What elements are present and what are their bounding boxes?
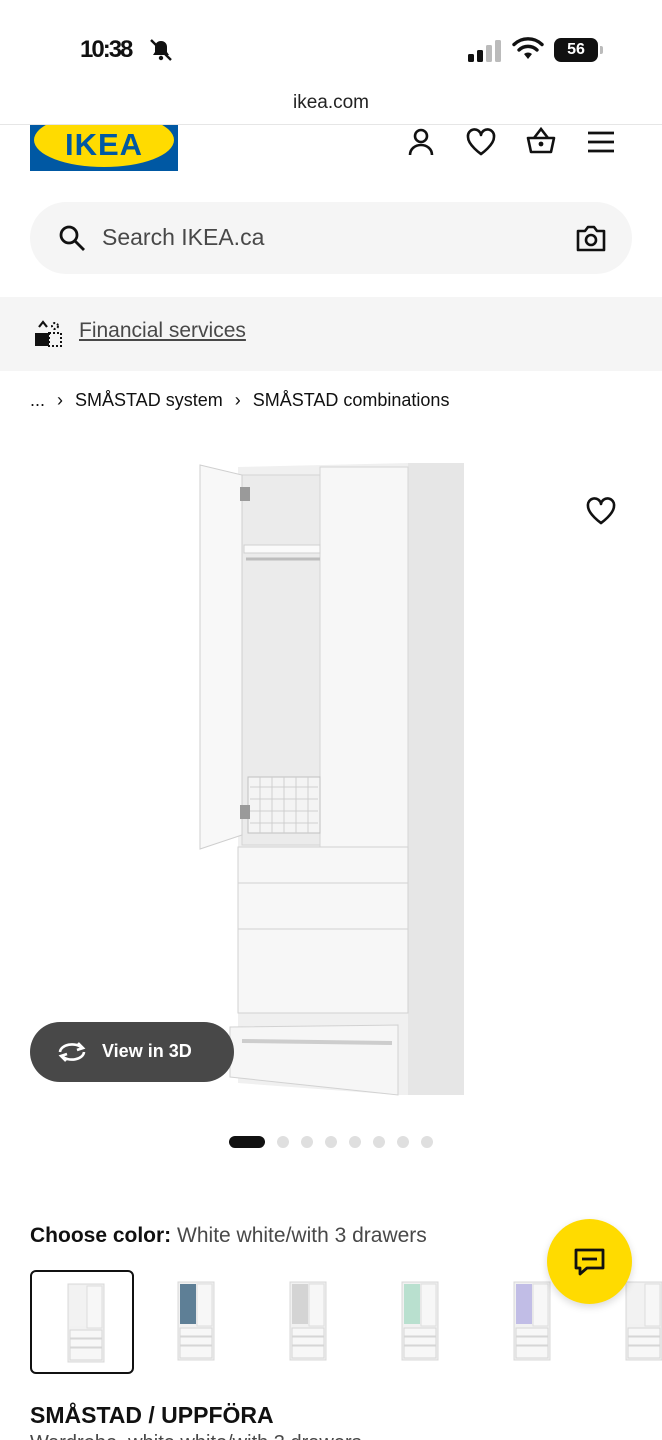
product-image[interactable] [170,455,480,1115]
financing-icon [35,320,62,347]
search-bar[interactable]: Search IKEA.ca [30,202,632,274]
rotate-3d-icon [58,1042,86,1062]
gallery-dot-active[interactable] [229,1136,265,1148]
color-choice-value: White white/with 3 drawers [177,1224,427,1247]
gallery-dot[interactable] [397,1136,409,1148]
muted-bell-icon [150,39,172,61]
chat-icon [574,1248,605,1276]
battery-indicator: 56 [554,38,603,62]
wardrobe-thumbnail-icon [401,1281,439,1361]
wifi-icon [512,37,544,59]
status-bar: 10:38 56 [0,0,662,90]
color-swatch[interactable] [254,1270,358,1374]
gallery-dot[interactable] [421,1136,433,1148]
logo-text: IKEA [64,127,144,162]
wardrobe-thumbnail-icon [177,1281,215,1361]
financial-services-bar[interactable]: Financial services [0,297,662,371]
ikea-logo[interactable]: IKEA [30,125,178,171]
gallery-dot[interactable] [349,1136,361,1148]
breadcrumb-separator: › [57,390,64,410]
color-choice-label: Choose color: [30,1224,172,1247]
financial-services-link[interactable]: Financial services [79,319,246,343]
product-subtitle: Wardrobe, white white/with 3 drawers [30,1432,362,1440]
color-swatch[interactable] [366,1270,470,1374]
camera-icon[interactable] [576,224,606,252]
breadcrumb-ellipsis[interactable]: ... [30,390,45,411]
status-time: 10:38 [80,36,133,63]
color-swatch[interactable] [30,1270,134,1374]
account-icon[interactable] [405,126,437,158]
breadcrumb-separator: › [234,390,241,410]
basket-icon[interactable] [525,126,557,158]
menu-icon[interactable] [585,126,617,158]
browser-url[interactable]: ikea.com [0,92,662,114]
wardrobe-thumbnail-icon [67,1283,105,1363]
breadcrumb-item-combinations[interactable]: SMÅSTAD combinations [253,390,450,411]
product-title: SMÅSTAD / UPPFÖRA [30,1402,274,1428]
breadcrumb-item-system[interactable]: SMÅSTAD system [75,390,223,411]
search-icon [59,225,85,251]
search-input[interactable]: Search IKEA.ca [102,224,264,251]
favorite-heart-icon[interactable] [585,496,617,526]
gallery-dot[interactable] [277,1136,289,1148]
view-in-3d-label: View in 3D [102,1041,192,1061]
heart-icon[interactable] [465,126,497,158]
signal-icon [468,40,501,62]
view-in-3d-button[interactable]: View in 3D [30,1022,234,1082]
wardrobe-thumbnail-icon [289,1281,327,1361]
gallery-dot[interactable] [373,1136,385,1148]
color-choice: Choose color: White white/with 3 drawers [30,1224,427,1248]
gallery-dot[interactable] [325,1136,337,1148]
color-swatch[interactable] [142,1270,246,1374]
gallery-dot[interactable] [301,1136,313,1148]
breadcrumb: ... › SMÅSTAD system › SMÅSTAD combinations [30,390,449,411]
chat-button[interactable] [547,1219,632,1304]
